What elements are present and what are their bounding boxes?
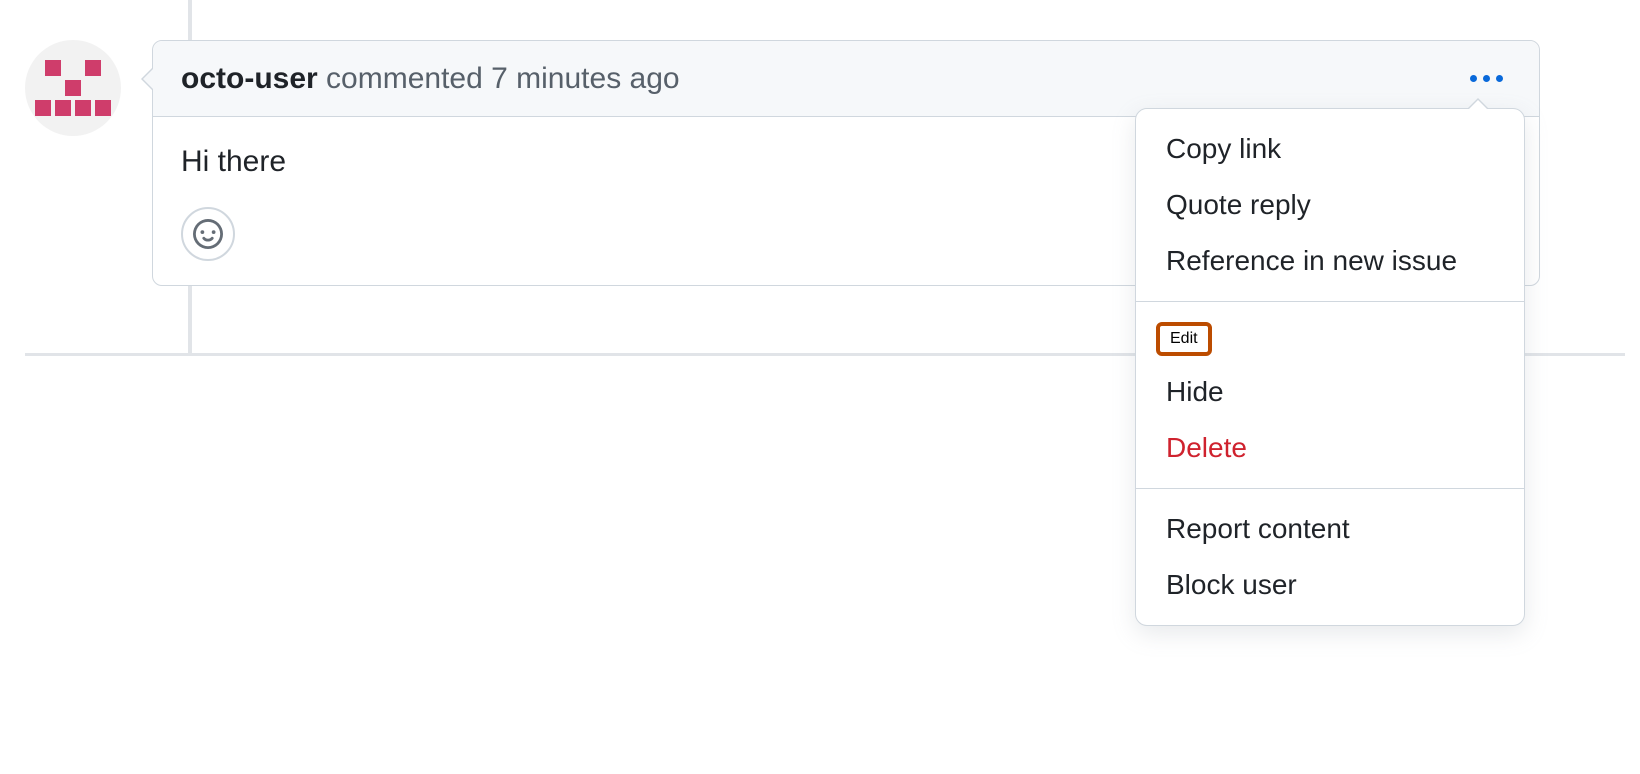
comment-action: commented <box>326 62 483 95</box>
menu-section: Edit Hide Delete <box>1136 302 1524 488</box>
menu-item-block-user[interactable]: Block user <box>1136 557 1524 613</box>
add-reaction-button[interactable] <box>181 207 235 261</box>
menu-item-reference-issue[interactable]: Reference in new issue <box>1136 233 1524 289</box>
comment-header: octo-user commented 7 minutes ago <box>153 41 1539 117</box>
menu-item-report-content[interactable]: Report content <box>1136 501 1524 557</box>
username-link[interactable]: octo-user <box>181 62 318 95</box>
menu-item-delete[interactable]: Delete <box>1136 420 1524 476</box>
menu-section: Copy link Quote reply Reference in new i… <box>1136 109 1524 301</box>
kebab-dot-icon <box>1470 75 1477 82</box>
comment-timestamp[interactable]: 7 minutes ago <box>491 62 679 95</box>
kebab-dot-icon <box>1483 75 1490 82</box>
comment-header-text: octo-user commented 7 minutes ago <box>181 62 680 96</box>
menu-item-hide[interactable]: Hide <box>1136 364 1524 420</box>
comment-actions-menu: Copy link Quote reply Reference in new i… <box>1135 108 1525 626</box>
smiley-icon <box>193 219 223 249</box>
menu-item-quote-reply[interactable]: Quote reply <box>1136 177 1524 233</box>
kebab-menu-button[interactable] <box>1462 67 1511 90</box>
menu-item-edit[interactable]: Edit <box>1156 322 1212 356</box>
menu-section: Report content Block user <box>1136 489 1524 625</box>
avatar[interactable] <box>25 40 121 136</box>
kebab-dot-icon <box>1496 75 1503 82</box>
menu-item-copy-link[interactable]: Copy link <box>1136 121 1524 177</box>
